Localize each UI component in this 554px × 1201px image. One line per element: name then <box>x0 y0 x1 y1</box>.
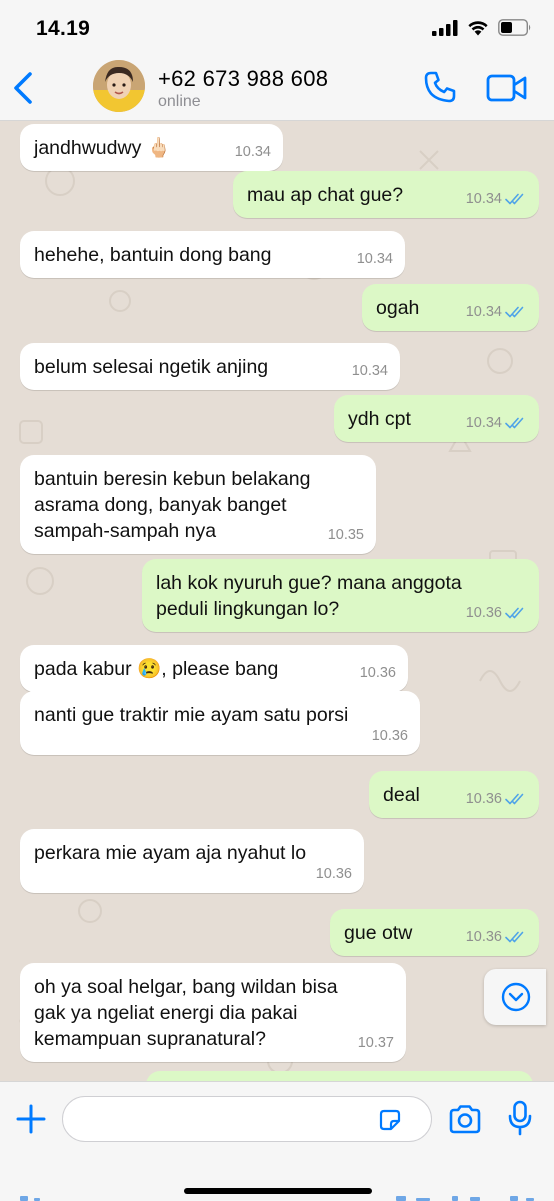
outgoing-message-bubble[interactable]: lah kok nyuruh gue? mana anggota peduli … <box>142 559 539 632</box>
incoming-message-bubble[interactable]: oh ya soal helgar, bang wildan bisa gak … <box>20 963 406 1062</box>
message-time: 10.36 <box>359 665 396 681</box>
double-check-icon <box>505 193 524 205</box>
message-text: perkara mie ayam aja nyahut lo <box>34 842 307 864</box>
message-text: belum selesai ngetik anjing <box>34 356 269 378</box>
message-time: 10.36 <box>465 791 502 807</box>
status-bar: 14.19 <box>0 0 554 56</box>
double-check-icon <box>505 417 524 429</box>
video-camera-icon[interactable] <box>486 73 528 103</box>
message-text: hehehe, bantuin dong bang <box>34 244 272 266</box>
chat-header: +62 673 988 608 online <box>0 56 554 121</box>
outgoing-message-bubble[interactable]: ogah 10.34 <box>362 284 539 331</box>
incoming-message-bubble[interactable]: pada kabur 😢, please bang 10.36 <box>20 645 408 692</box>
chevron-left-icon[interactable] <box>10 68 38 108</box>
message-meta: 10.36 <box>466 600 527 626</box>
message-time: 10.34 <box>234 144 271 160</box>
double-check-icon <box>505 306 524 318</box>
phone-icon[interactable] <box>423 70 457 104</box>
incoming-message-bubble[interactable]: bantuin beresin kebun belakang asrama do… <box>20 455 376 554</box>
message-meta: 10.36 <box>466 924 527 950</box>
message-time: 10.34 <box>465 415 502 431</box>
status-time: 14.19 <box>36 17 91 40</box>
message-time: 10.34 <box>465 191 502 207</box>
message-time: 10.34 <box>465 304 502 320</box>
message-time: 10.36 <box>465 929 502 945</box>
message-time: 10.34 <box>356 251 393 267</box>
message-meta: 10.35 <box>328 522 364 548</box>
message-time: 10.34 <box>351 363 388 379</box>
message-input[interactable] <box>62 1096 432 1142</box>
message-meta: 10.34 <box>352 358 388 384</box>
message-time: 10.36 <box>371 728 408 744</box>
message-text: nanti gue traktir mie ayam satu porsi <box>34 704 349 726</box>
home-indicator <box>184 1188 372 1194</box>
outgoing-message-bubble[interactable]: deal 10.36 <box>369 771 539 818</box>
double-check-icon <box>505 931 524 943</box>
message-meta: 10.34 <box>235 139 271 165</box>
outgoing-message-bubble[interactable]: mau ap chat gue? 10.34 <box>233 171 539 218</box>
contact-name[interactable]: +62 673 988 608 <box>158 66 328 92</box>
message-meta: 10.36 <box>360 660 396 686</box>
message-meta: 10.36 <box>372 723 408 749</box>
composer-bar <box>0 1081 554 1201</box>
chat-area[interactable]: jandhwudwy 🖕🏻 10.34 mau ap chat gue? 10.34 … <box>0 121 554 1081</box>
message-text: oh ya soal helgar, bang wildan bisa gak … <box>34 976 338 1050</box>
incoming-message-bubble[interactable]: nanti gue traktir mie ayam satu porsi 10.… <box>20 691 420 755</box>
scroll-down-button[interactable] <box>484 969 546 1025</box>
double-check-icon <box>505 793 524 805</box>
incoming-message-bubble[interactable]: jandhwudwy 🖕🏻 10.34 <box>20 124 283 171</box>
message-time: 10.35 <box>327 527 364 543</box>
microphone-icon[interactable] <box>507 1100 533 1136</box>
camera-icon[interactable] <box>448 1104 482 1134</box>
incoming-message-bubble[interactable]: belum selesai ngetik anjing 10.34 <box>20 343 400 390</box>
outgoing-message-bubble[interactable]: ydh cpt 10.34 <box>334 395 539 442</box>
sticker-icon[interactable] <box>378 1108 402 1132</box>
message-meta: 10.34 <box>466 410 527 436</box>
message-time: 10.37 <box>357 1035 394 1051</box>
battery-icon <box>498 19 531 36</box>
contact-status: online <box>158 93 201 110</box>
plus-icon[interactable] <box>16 1104 46 1134</box>
outgoing-message-bubble[interactable]: gue otw 10.36 <box>330 909 539 956</box>
message-time: 10.36 <box>465 605 502 621</box>
message-meta: 10.37 <box>358 1030 394 1056</box>
message-meta: 10.34 <box>466 299 527 325</box>
message-text: bantuin beresin kebun belakang asrama do… <box>34 468 311 542</box>
double-check-icon <box>505 607 524 619</box>
message-meta: 10.36 <box>466 786 527 812</box>
incoming-message-bubble[interactable]: perkara mie ayam aja nyahut lo 10.36 <box>20 829 364 893</box>
avatar[interactable] <box>93 60 145 112</box>
incoming-message-bubble[interactable]: hehehe, bantuin dong bang 10.34 <box>20 231 405 278</box>
chevron-down-circle-icon <box>501 982 531 1012</box>
message-meta: 10.36 <box>316 861 352 887</box>
wifi-icon <box>468 21 488 36</box>
cellular-signal-icon <box>432 19 458 36</box>
message-time: 10.36 <box>315 866 352 882</box>
message-meta: 10.34 <box>357 246 393 272</box>
message-text: pada kabur 😢, please bang <box>34 658 279 680</box>
outgoing-message-bubble-partial[interactable] <box>146 1071 533 1081</box>
message-meta: 10.34 <box>466 186 527 212</box>
